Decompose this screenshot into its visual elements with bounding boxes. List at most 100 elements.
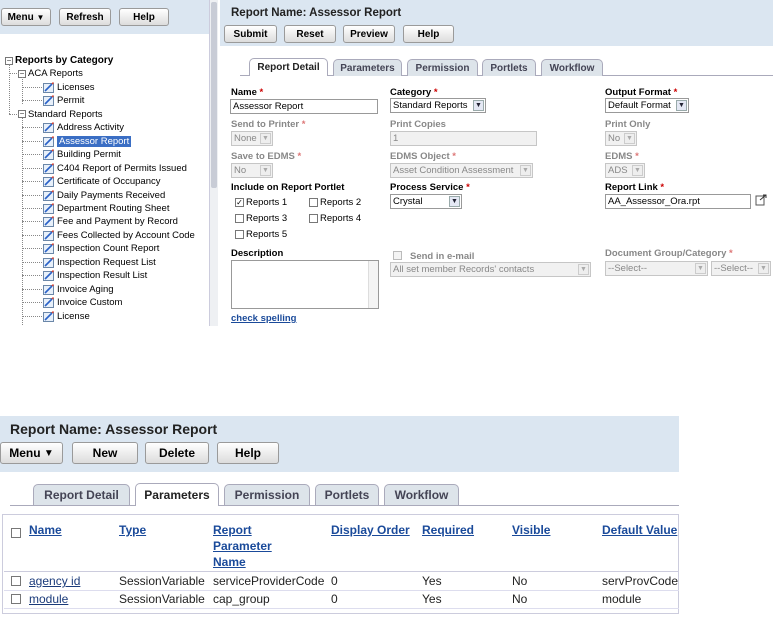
column-header-default-value[interactable]: Default Value: [602, 522, 677, 538]
tree-connector: [22, 315, 42, 317]
tab-permission[interactable]: Permission: [407, 59, 478, 76]
description-textarea[interactable]: [231, 260, 379, 309]
tree-item-standard[interactable]: Daily Payments Received: [43, 189, 165, 202]
tab-parameters[interactable]: Parameters: [333, 59, 402, 76]
tree-item-label: Building Permit: [57, 149, 121, 161]
report-link-label: Report Link *: [605, 182, 665, 193]
column-header-name[interactable]: Name: [29, 522, 62, 538]
row-checkbox[interactable]: [11, 594, 21, 604]
name-label: Name *: [231, 87, 264, 98]
column-header-required[interactable]: Required: [422, 522, 474, 538]
output-format-select[interactable]: Default Format ▼: [605, 98, 689, 113]
tree-item-standard[interactable]: Fee and Payment by Record: [43, 215, 178, 228]
tab-report-detail[interactable]: Report Detail: [249, 58, 328, 76]
report-link-field[interactable]: AA_Assessor_Ora.rpt: [605, 194, 751, 209]
tree-item-standard[interactable]: Inspection Request List: [43, 256, 156, 269]
help-button-detail[interactable]: Help: [403, 25, 454, 43]
select-all-checkbox[interactable]: [11, 528, 21, 538]
table-cell: SessionVariable: [119, 592, 205, 606]
scrollbar-thumb[interactable]: [211, 2, 217, 188]
row-checkbox[interactable]: [11, 576, 21, 586]
tree-item-aca[interactable]: Licenses: [43, 81, 95, 94]
help-button-left[interactable]: Help: [119, 8, 169, 26]
preview-button[interactable]: Preview: [343, 25, 395, 43]
new-button[interactable]: New: [72, 442, 138, 464]
category-select[interactable]: Standard Reports ▼: [390, 98, 486, 113]
tab-workflow[interactable]: Workflow: [541, 59, 603, 76]
reset-button[interactable]: Reset: [284, 25, 336, 43]
tree-item-standard[interactable]: Assessor Report: [43, 135, 132, 148]
tree-item-label: Inspection Result List: [57, 270, 148, 282]
tree-item-standard[interactable]: License: [43, 310, 90, 323]
tree-item-standard[interactable]: Certificate of Occupancy: [43, 175, 161, 188]
tree-item-label: Address Activity: [57, 122, 125, 134]
table-cell: Yes: [422, 592, 442, 606]
portlet-checkbox-3[interactable]: [235, 214, 244, 223]
send-printer-label: Send to Printer *: [231, 119, 306, 130]
edms-select: ADS ▼: [605, 163, 645, 178]
save-edms-label: Save to EDMS *: [231, 151, 302, 162]
tree-item-standard[interactable]: Invoice Aging: [43, 283, 114, 296]
refresh-button[interactable]: Refresh: [59, 8, 111, 26]
tree-item-standard[interactable]: Address Activity: [43, 121, 124, 134]
tree-item-standard[interactable]: Inspection Result List: [43, 269, 147, 282]
portlet-checkbox-2[interactable]: [309, 198, 318, 207]
tree-connector: [22, 207, 42, 209]
column-header-visible[interactable]: Visible: [512, 522, 550, 538]
report-icon: [43, 122, 54, 134]
params-tab-permission[interactable]: Permission: [224, 484, 310, 505]
column-header-report-parameter-name[interactable]: Report Parameter Name: [213, 522, 283, 570]
menu-button[interactable]: Menu ▼: [1, 8, 51, 26]
delete-button[interactable]: Delete: [145, 442, 209, 464]
tree-root-label: Reports by Category: [15, 55, 114, 66]
tree-item-standard[interactable]: Fees Collected by Account Code: [43, 229, 195, 242]
tree-connector: [22, 140, 42, 142]
params-menu-button[interactable]: Menu ▼: [0, 442, 63, 464]
report-icon: [43, 283, 54, 295]
tree-connector: [9, 113, 19, 115]
tree-item-standard[interactable]: Department Routing Sheet: [43, 202, 169, 215]
params-help-button[interactable]: Help: [217, 442, 279, 464]
name-field[interactable]: Assessor Report: [230, 99, 378, 114]
tree-group-standard[interactable]: − Standard Reports: [18, 108, 102, 121]
left-scrollbar[interactable]: [209, 0, 218, 326]
portlet-checkbox-1[interactable]: ✓: [235, 198, 244, 207]
params-tab-report-detail[interactable]: Report Detail: [33, 484, 130, 505]
doc-group-select: --Select-- ▼: [605, 261, 708, 276]
params-tab-workflow[interactable]: Workflow: [384, 484, 459, 505]
table-header-divider: [4, 571, 679, 572]
column-header-display-order[interactable]: Display Order: [331, 522, 410, 538]
tree-item-standard[interactable]: C404 Report of Permits Issued: [43, 162, 187, 175]
process-service-label: Process Service *: [390, 182, 470, 193]
check-spelling-link[interactable]: check spelling: [231, 313, 296, 324]
tree-item-standard[interactable]: Inspection Count Report: [43, 242, 159, 255]
tree-item-label: Department Routing Sheet: [57, 202, 170, 214]
params-tab-portlets[interactable]: Portlets: [315, 484, 379, 505]
open-link-icon[interactable]: [755, 194, 767, 206]
chevron-down-icon: ▼: [632, 165, 643, 176]
tree-item-standard[interactable]: Building Permit: [43, 148, 121, 161]
print-only-select: No ▼: [605, 131, 637, 146]
tree-item-label: Fees Collected by Account Code: [57, 229, 195, 241]
tree-item-standard[interactable]: Invoice Custom: [43, 296, 122, 309]
tree-item-label: Inspection Count Report: [57, 243, 160, 255]
row-name-link[interactable]: module: [29, 592, 68, 606]
tree-root[interactable]: − Reports by Category: [5, 54, 113, 67]
portlet-checkbox-5[interactable]: [235, 230, 244, 239]
params-tab-parameters[interactable]: Parameters: [135, 483, 219, 506]
chevron-down-icon: ▼: [473, 100, 484, 111]
tree-connector: [22, 100, 42, 102]
params-menu-label: Menu: [9, 446, 41, 460]
tab-portlets[interactable]: Portlets: [482, 59, 536, 76]
submit-button[interactable]: Submit: [224, 25, 277, 43]
row-name-link[interactable]: agency id: [29, 574, 80, 588]
textarea-scrollbar[interactable]: [368, 261, 378, 308]
column-header-type[interactable]: Type: [119, 522, 146, 538]
output-format-label: Output Format *: [605, 87, 678, 98]
process-service-select[interactable]: Crystal ▼: [390, 194, 462, 209]
tree-item-aca[interactable]: Permit: [43, 94, 84, 107]
report-icon: [43, 95, 54, 107]
portlet-checkbox-4[interactable]: [309, 214, 318, 223]
tree-item-label: Licenses: [57, 81, 95, 93]
tree-group-aca[interactable]: − ACA Reports: [18, 67, 83, 80]
